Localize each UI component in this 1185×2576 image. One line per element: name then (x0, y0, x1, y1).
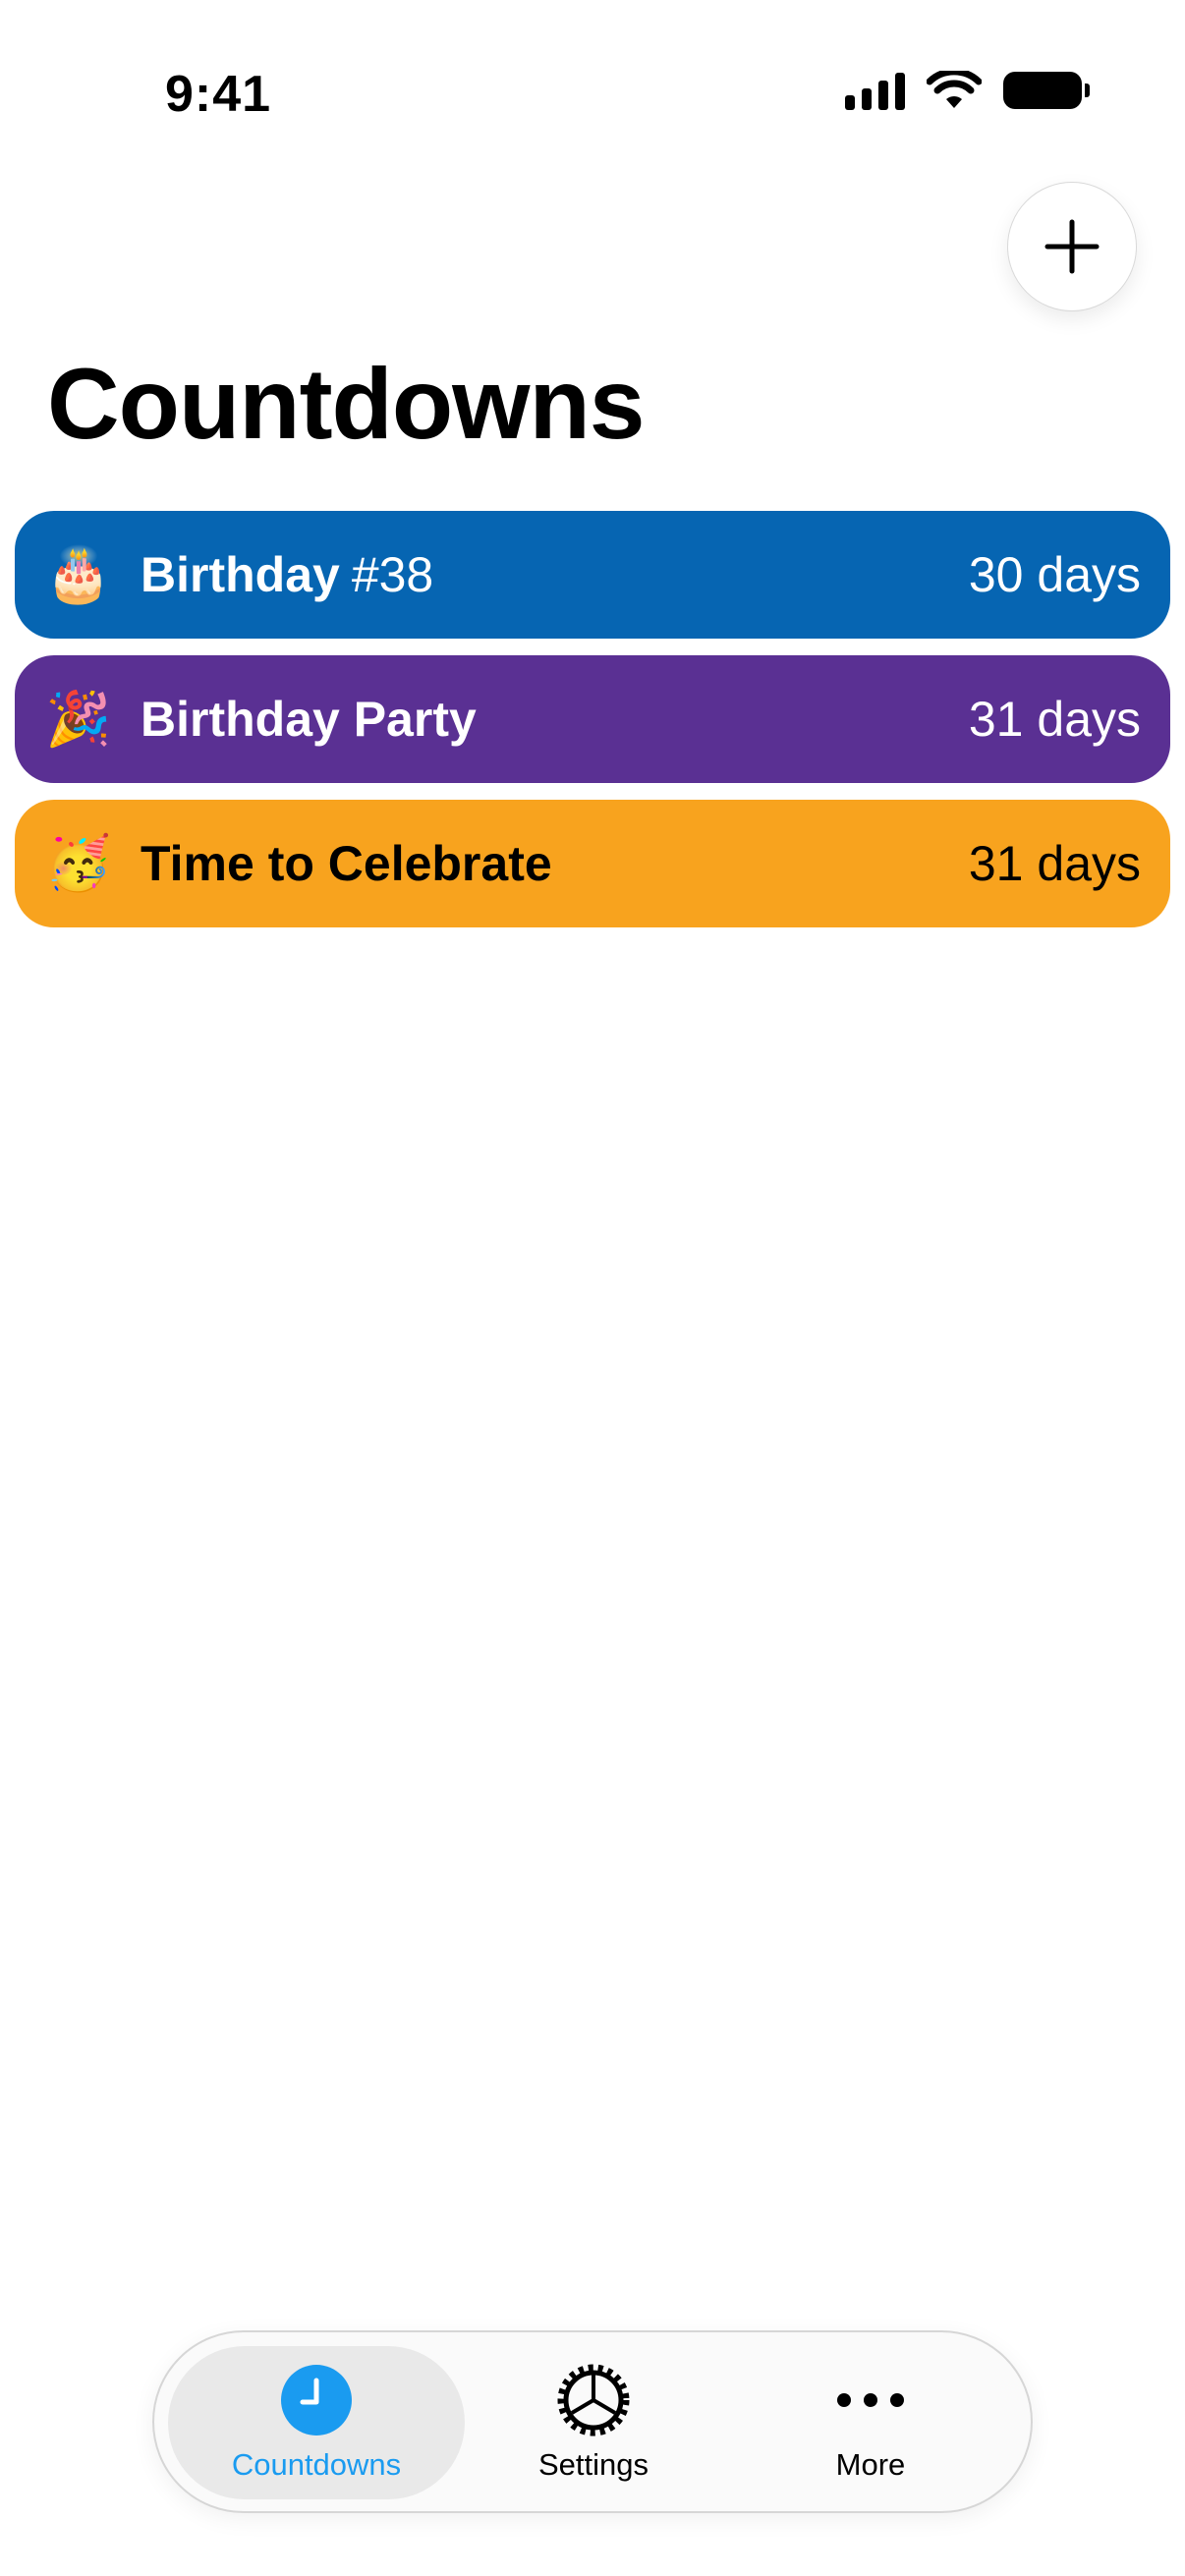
status-icons (845, 71, 1090, 110)
tab-label: Countdowns (231, 2447, 402, 2482)
countdown-days: 30 days (968, 547, 1141, 602)
cake-emoji-icon: 🎂 (45, 545, 112, 604)
partying-face-emoji-icon: 🥳 (45, 834, 112, 893)
countdown-suffix: #38 (351, 547, 434, 602)
countdown-title: Birthday Party (141, 692, 477, 747)
tab-more[interactable]: More (722, 2346, 1019, 2499)
ellipsis-icon (836, 2363, 905, 2437)
page-title: Countdowns (47, 348, 646, 460)
tab-countdowns[interactable]: Countdowns (168, 2346, 465, 2499)
countdown-title: Birthday (141, 547, 340, 602)
add-countdown-button[interactable] (1007, 182, 1137, 311)
tab-label: More (835, 2447, 906, 2482)
tab-bar: Countdowns Settings More (152, 2330, 1033, 2513)
countdown-row-birthday-party[interactable]: 🎉 Birthday Party 31 days (15, 655, 1170, 783)
countdown-list: 🎂 Birthday #38 30 days 🎉 Birthday Party … (15, 511, 1170, 944)
status-time: 9:41 (165, 66, 272, 123)
countdown-title: Time to Celebrate (141, 836, 552, 891)
countdown-days: 31 days (968, 836, 1141, 891)
plus-icon (1044, 219, 1100, 274)
wifi-icon (927, 71, 982, 108)
tab-label: Settings (537, 2447, 649, 2482)
countdown-row-time-to-celebrate[interactable]: 🥳 Time to Celebrate 31 days (15, 800, 1170, 927)
battery-icon (1003, 72, 1090, 109)
cellular-signal-icon (845, 71, 905, 110)
tab-settings[interactable]: Settings (445, 2346, 742, 2499)
gear-icon (555, 2363, 632, 2437)
status-bar: 9:41 (0, 0, 1185, 187)
countdown-days: 31 days (968, 692, 1141, 747)
countdown-row-birthday[interactable]: 🎂 Birthday #38 30 days (15, 511, 1170, 639)
clock-icon (281, 2363, 352, 2437)
party-popper-emoji-icon: 🎉 (45, 690, 112, 749)
